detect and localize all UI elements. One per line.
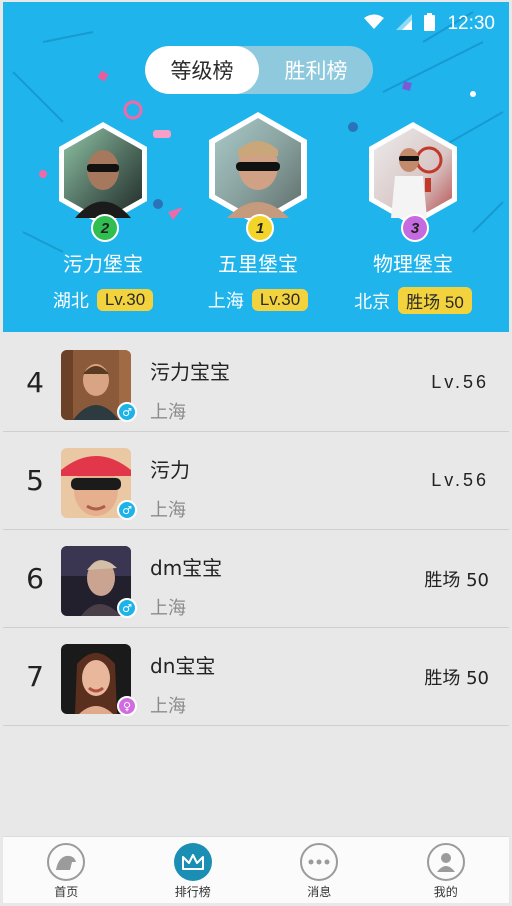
- nav-label: 我的: [433, 885, 458, 899]
- ranking-tab-switcher: 等级榜 胜利榜: [145, 46, 373, 94]
- player-name: dn宝宝: [150, 654, 216, 678]
- rank-badge: 1: [246, 214, 274, 242]
- player-meta: 湖北 Lv.30: [23, 287, 183, 313]
- male-gender-icon: ♂: [117, 500, 137, 520]
- tab-win-ranking[interactable]: 胜利榜: [259, 46, 373, 94]
- player-name: 污力宝宝: [150, 360, 230, 384]
- avatar: [369, 122, 457, 226]
- rank-number: 4: [26, 366, 44, 399]
- podium-second[interactable]: 2 污力堡宝 湖北 Lv.30: [23, 120, 183, 313]
- ranking-screen: 12:30 等级榜 胜利榜 2 污力堡宝 湖北 Lv.30 1 五里堡宝 上海 …: [0, 0, 512, 906]
- player-city: 北京: [354, 291, 391, 313]
- home-icon: [47, 843, 86, 881]
- player-name: dm宝宝: [150, 556, 223, 580]
- nav-home[interactable]: 首页: [3, 837, 130, 903]
- player-city: 上海: [150, 696, 186, 717]
- player-score: Lv.56: [431, 470, 489, 490]
- player-city: 湖北: [52, 291, 89, 312]
- player-city: 上海: [150, 500, 186, 521]
- rank-badge: 2: [91, 214, 119, 242]
- player-name: 物理堡宝: [373, 252, 453, 276]
- tab-level-ranking[interactable]: 等级榜: [145, 46, 259, 94]
- player-score-badge: 胜场 50: [398, 287, 472, 314]
- player-score: Lv.56: [431, 372, 489, 392]
- nav-label: 首页: [54, 885, 79, 899]
- status-time: 12:30: [447, 13, 495, 34]
- male-gender-icon: ♂: [117, 598, 137, 618]
- player-city: 上海: [150, 598, 186, 619]
- player-name: 五里堡宝: [218, 252, 298, 276]
- avatar: [209, 112, 307, 226]
- rank-number: 5: [26, 464, 44, 497]
- player-meta: 北京 胜场 50: [333, 287, 493, 314]
- nav-ranking[interactable]: 排行榜: [130, 837, 257, 903]
- avatar: [59, 122, 147, 226]
- player-score: 胜场 50: [424, 569, 489, 591]
- player-city: 上海: [150, 402, 186, 423]
- player-score-badge: Lv.30: [251, 289, 309, 311]
- podium-third[interactable]: 3 物理堡宝 北京 胜场 50: [333, 120, 493, 314]
- nav-label: 排行榜: [174, 885, 211, 899]
- list-item[interactable]: 5 ♂ 污力 上海 Lv.56: [3, 432, 509, 530]
- list-item[interactable]: 7 ♀ dn宝宝 上海 胜场 50: [3, 628, 509, 726]
- player-meta: 上海 Lv.30: [178, 287, 338, 313]
- list-item[interactable]: 4 ♂ 污力宝宝 上海 Lv.56: [3, 334, 509, 432]
- podium-first[interactable]: 1 五里堡宝 上海 Lv.30: [178, 112, 338, 313]
- battery-icon: [424, 12, 436, 36]
- female-gender-icon: ♀: [117, 696, 137, 716]
- rank-number: 7: [26, 660, 44, 693]
- ranking-header: 12:30 等级榜 胜利榜 2 污力堡宝 湖北 Lv.30 1 五里堡宝 上海 …: [3, 2, 509, 332]
- ranking-list: 4 ♂ 污力宝宝 上海 Lv.56 5 ♂ 污力 上海 Lv.56 6 ♂ dm…: [3, 334, 509, 726]
- status-bar: 12:30: [364, 12, 495, 36]
- bottom-nav: 首页 排行榜 消息 我的: [3, 836, 509, 903]
- rank-number: 6: [26, 562, 44, 595]
- nav-label: 消息: [307, 885, 332, 899]
- message-icon: [300, 843, 339, 881]
- male-gender-icon: ♂: [117, 402, 137, 422]
- cell-signal-icon: [396, 13, 413, 35]
- player-name: 污力堡宝: [63, 252, 143, 276]
- wifi-icon: [364, 14, 385, 35]
- nav-messages[interactable]: 消息: [256, 837, 383, 903]
- crown-icon: [173, 843, 212, 881]
- player-city: 上海: [207, 291, 244, 312]
- profile-icon: [426, 843, 465, 881]
- player-name: 污力: [150, 458, 190, 482]
- rank-badge: 3: [401, 214, 429, 242]
- player-score: 胜场 50: [424, 667, 489, 689]
- list-item[interactable]: 6 ♂ dm宝宝 上海 胜场 50: [3, 530, 509, 628]
- nav-profile[interactable]: 我的: [383, 837, 510, 903]
- player-score-badge: Lv.30: [96, 289, 154, 311]
